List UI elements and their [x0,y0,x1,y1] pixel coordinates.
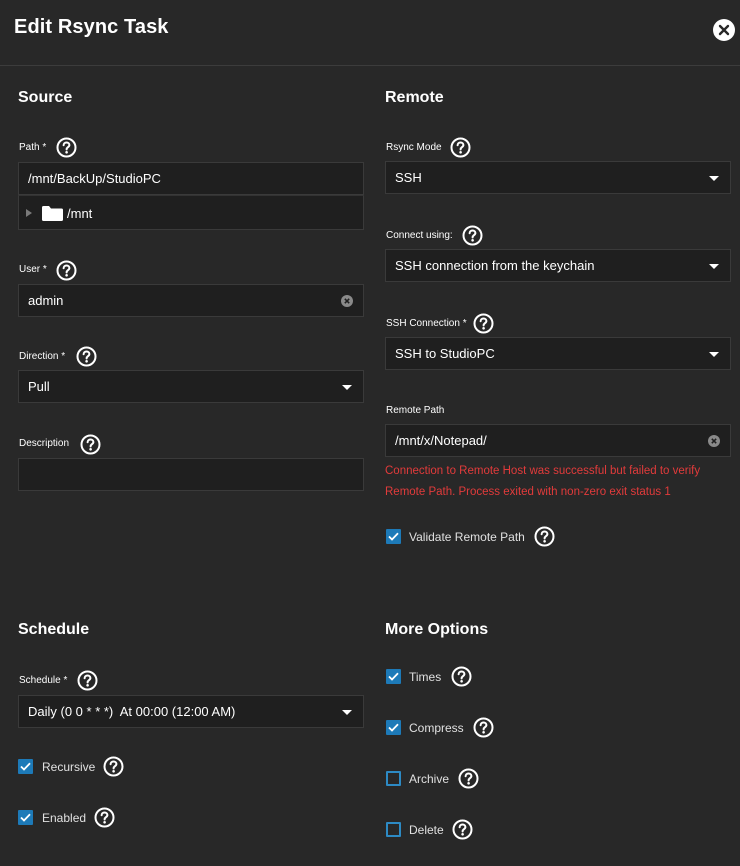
chevron-down-icon [342,710,352,715]
ssh-connection-label: SSH Connection * [386,318,467,329]
times-help-icon[interactable] [451,666,472,687]
connect-using-select[interactable]: SSH connection from the keychain [385,249,731,282]
error-line-2: Remote Path. Process exited with non-zer… [385,486,671,498]
schedule-section-title: Schedule [18,621,90,638]
rsync-mode-select[interactable]: SSH [385,161,731,194]
path-input[interactable]: /mnt/BackUp/StudioPC [18,162,364,195]
chevron-down-icon [709,264,719,269]
rsync-mode-value: SSH [395,170,422,185]
remote-section-title: Remote [385,89,444,106]
user-help-icon[interactable] [56,260,77,281]
compress-label: Compress [409,721,464,735]
rsync-mode-help-icon[interactable] [450,137,471,158]
direction-help-icon[interactable] [76,346,97,367]
dialog-title: Edit Rsync Task [14,16,169,38]
archive-help-icon[interactable] [458,768,479,789]
chevron-down-icon [709,176,719,181]
remote-path-value: /mnt/x/Notepad/ [395,433,487,448]
enabled-label: Enabled [42,811,87,825]
validate-remote-path-checkbox[interactable] [386,529,401,544]
close-icon[interactable] [713,19,735,41]
folder-icon [42,206,63,221]
ssh-connection-value: SSH to StudioPC [395,346,495,361]
check-icon [20,813,31,822]
clear-icon[interactable] [708,435,720,447]
description-input[interactable] [18,458,364,491]
description-help-icon[interactable] [80,434,101,455]
path-value: /mnt/BackUp/StudioPC [28,171,161,186]
compress-checkbox[interactable] [386,720,401,735]
path-help-icon[interactable] [56,137,77,158]
clear-icon[interactable] [341,295,353,307]
schedule-help-icon[interactable] [77,670,98,691]
check-icon [20,762,31,771]
remote-path-error: Connection to Remote Host was successful… [385,461,725,503]
schedule-value: Daily (0 0 * * *) At 00:00 (12:00 AM) [28,704,236,719]
delete-help-icon[interactable] [452,819,473,840]
enabled-help-icon[interactable] [94,807,115,828]
ssh-connection-help-icon[interactable] [473,313,494,334]
schedule-label: Schedule * [19,675,68,686]
archive-label: Archive [409,772,450,786]
recursive-checkbox[interactable] [18,759,33,774]
recursive-help-icon[interactable] [103,756,124,777]
times-checkbox[interactable] [386,669,401,684]
connect-using-label: Connect using: [386,230,453,241]
connect-using-help-icon[interactable] [462,225,483,246]
remote-path-input[interactable]: /mnt/x/Notepad/ [385,424,731,457]
enabled-checkbox[interactable] [18,810,33,825]
delete-checkbox[interactable] [386,822,401,837]
validate-remote-path-label: Validate Remote Path [409,530,525,544]
times-label: Times [409,670,442,684]
validate-help-icon[interactable] [534,526,555,547]
check-icon [388,532,399,541]
delete-label: Delete [409,823,444,837]
chevron-down-icon [342,385,352,390]
more-options-section-title: More Options [385,621,489,638]
rsync-mode-label: Rsync Mode [386,142,442,153]
path-label: Path * [19,142,47,153]
ssh-connection-select[interactable]: SSH to StudioPC [385,337,731,370]
check-icon [388,723,399,732]
direction-value: Pull [28,379,50,394]
file-tree: /mnt [18,195,364,230]
compress-help-icon[interactable] [473,717,494,738]
user-value: admin [28,293,64,308]
recursive-label: Recursive [42,760,96,774]
user-input[interactable]: admin [18,284,364,317]
chevron-down-icon [709,352,719,357]
tree-expand-icon[interactable] [26,209,32,217]
direction-label: Direction * [19,351,66,362]
check-icon [388,672,399,681]
tree-node-mnt[interactable]: /mnt [67,206,92,221]
remote-path-label: Remote Path [386,405,445,416]
direction-select[interactable]: Pull [18,370,364,403]
description-label: Description [19,438,70,449]
source-section-title: Source [18,89,73,106]
archive-checkbox[interactable] [386,771,401,786]
user-label: User * [19,264,47,275]
connect-using-value: SSH connection from the keychain [395,258,595,273]
dialog-header: Edit Rsync Task [0,0,740,66]
error-line-1: Connection to Remote Host was successful… [385,465,701,477]
schedule-select[interactable]: Daily (0 0 * * *) At 00:00 (12:00 AM) [18,695,364,728]
